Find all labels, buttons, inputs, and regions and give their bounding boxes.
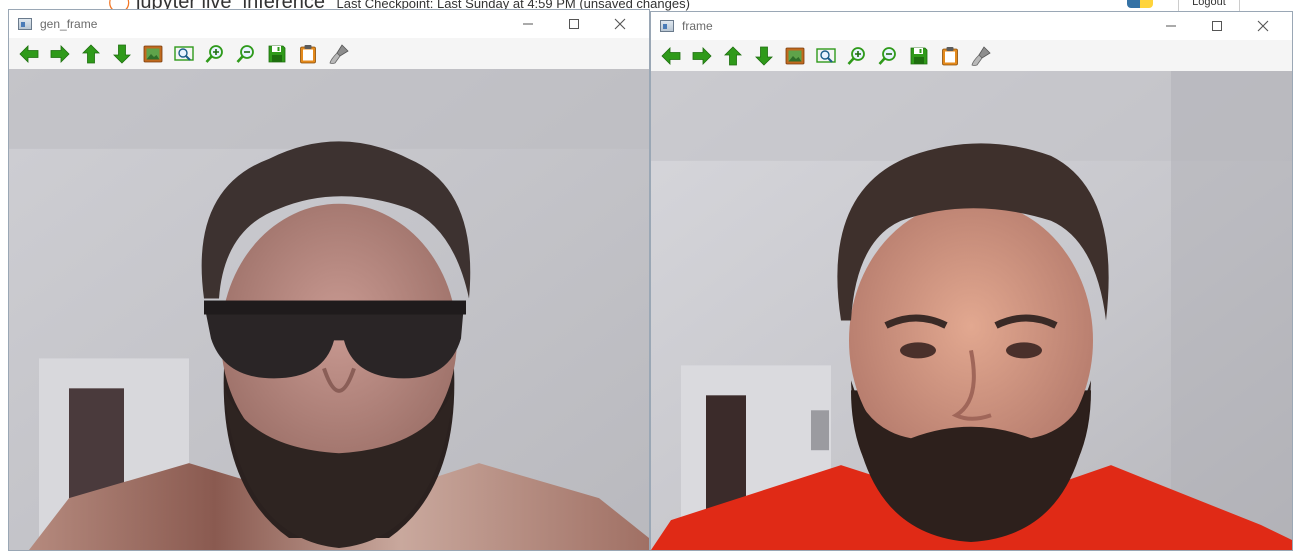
arrow-down-icon [111,43,133,65]
image-button[interactable] [779,42,810,70]
clipboard-icon [939,45,961,67]
maximize-button[interactable] [551,10,597,38]
gen-frame-window[interactable]: gen_frame [8,9,650,551]
zoom-out-icon [235,43,257,65]
window-title: frame [682,19,713,33]
zoom-fit-button[interactable] [168,40,199,68]
image-view[interactable] [9,69,649,550]
save-button[interactable] [261,40,292,68]
image-button[interactable] [137,40,168,68]
zoom-in-button[interactable] [841,42,872,70]
window-titlebar[interactable]: gen_frame [9,10,649,38]
zoom-in-button[interactable] [199,40,230,68]
image-icon [784,45,806,67]
save-icon [266,43,288,65]
window-app-icon [660,20,674,32]
python-logo [1127,0,1153,8]
image-view[interactable] [651,71,1292,550]
zoom-out-button[interactable] [872,42,903,70]
zoom-in-icon [204,43,226,65]
zoom-fit-icon [815,45,837,67]
camera-image [651,71,1292,550]
arrow-down-icon [753,45,775,67]
zoom-out-icon [877,45,899,67]
camera-image [9,69,649,550]
clipboard-icon [297,43,319,65]
frame-window[interactable]: frame [650,11,1293,551]
arrow-up-icon [722,45,744,67]
brush-icon [970,45,992,67]
close-button[interactable] [1240,12,1286,40]
clipboard-button[interactable] [292,40,323,68]
arrow-right-button[interactable] [44,40,75,68]
clipboard-button[interactable] [934,42,965,70]
arrow-down-button[interactable] [748,42,779,70]
zoom-fit-button[interactable] [810,42,841,70]
arrow-up-button[interactable] [717,42,748,70]
window-controls [1148,12,1286,40]
image-icon [142,43,164,65]
arrow-up-icon [80,43,102,65]
window-app-icon [18,18,32,30]
image-toolbar [651,40,1292,72]
save-button[interactable] [903,42,934,70]
maximize-button[interactable] [1194,12,1240,40]
arrow-right-button[interactable] [686,42,717,70]
minimize-button[interactable] [505,10,551,38]
save-icon [908,45,930,67]
zoom-in-icon [846,45,868,67]
arrow-right-icon [49,43,71,65]
arrow-down-button[interactable] [106,40,137,68]
window-controls [505,10,643,38]
minimize-button[interactable] [1148,12,1194,40]
brush-icon [328,43,350,65]
arrow-left-button[interactable] [13,40,44,68]
image-toolbar [9,38,649,70]
window-titlebar[interactable]: frame [651,12,1292,40]
arrow-left-icon [18,43,40,65]
brush-button[interactable] [323,40,354,68]
zoom-fit-icon [173,43,195,65]
arrow-right-icon [691,45,713,67]
arrow-up-button[interactable] [75,40,106,68]
close-button[interactable] [597,10,643,38]
arrow-left-icon [660,45,682,67]
zoom-out-button[interactable] [230,40,261,68]
brush-button[interactable] [965,42,996,70]
arrow-left-button[interactable] [655,42,686,70]
window-title: gen_frame [40,17,98,31]
